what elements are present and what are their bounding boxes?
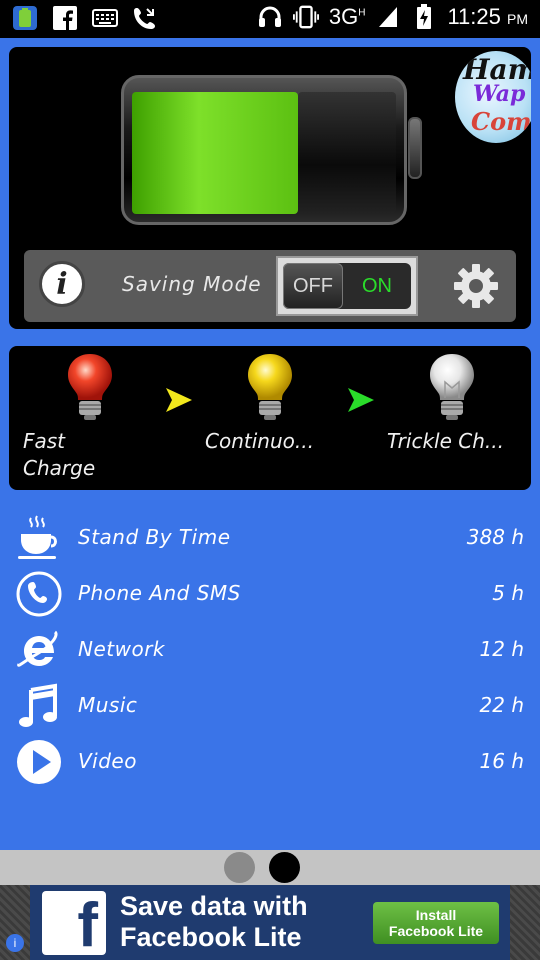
battery-empty-section: [298, 92, 396, 214]
trickle-charge-bulb-icon: [427, 352, 477, 422]
battery-graphic: [121, 75, 407, 225]
usage-label: Stand By Time: [78, 525, 231, 549]
network-type: 3GH: [328, 4, 366, 29]
facebook-icon: [52, 5, 78, 31]
page-indicator: [0, 850, 540, 885]
play-icon: [14, 737, 64, 787]
list-item-network[interactable]: Network 12 h: [0, 623, 540, 679]
charge-stages-panel: Fast Charge Continuo... Trickle Ch...: [9, 346, 531, 490]
fast-charge-bulb-icon: [65, 352, 115, 422]
arrow-right-icon: [164, 386, 194, 414]
stage-label-trickle-charge: Trickle Ch...: [387, 429, 504, 453]
stage-label-continuous: Continuo...: [205, 429, 314, 453]
usage-label: Video: [78, 749, 137, 773]
list-item-standby[interactable]: Stand By Time 388 h: [0, 511, 540, 567]
status-bar: 3GH 11:25 PM: [0, 0, 540, 38]
usage-label: Network: [78, 637, 166, 661]
ad-banner[interactable]: f Save data with Facebook Lite Install F…: [0, 885, 540, 960]
hamwap-logo[interactable]: Ham Wap Com: [455, 51, 531, 143]
page-dot-1[interactable]: [224, 852, 255, 883]
app-icon: [12, 5, 38, 31]
headset-icon: [257, 4, 283, 30]
phone-icon: [14, 569, 64, 619]
toggle-on-label: ON: [362, 274, 392, 297]
saving-mode-toggle[interactable]: OFF ON: [276, 256, 418, 316]
usage-value: 12 h: [479, 637, 524, 661]
ad-content[interactable]: f Save data with Facebook Lite Install F…: [30, 885, 510, 960]
install-button[interactable]: Install Facebook Lite: [373, 902, 499, 944]
clock: 11:25 PM: [447, 4, 528, 29]
keyboard-icon: [92, 5, 118, 31]
usage-label: Music: [78, 693, 138, 717]
facebook-logo-icon: f: [42, 891, 106, 955]
toggle-off-label: OFF: [283, 263, 343, 309]
list-item-video[interactable]: Video 16 h: [0, 735, 540, 791]
arrow-right-icon: [346, 386, 376, 414]
usage-label: Phone And SMS: [78, 581, 241, 605]
vibrate-icon: [292, 4, 319, 30]
continuous-bulb-icon: [245, 352, 295, 422]
stage-label-fast-charge: Fast Charge: [23, 429, 96, 480]
list-item-phone[interactable]: Phone And SMS 5 h: [0, 567, 540, 623]
page-dot-2-active[interactable]: [269, 852, 300, 883]
list-item-music[interactable]: Music 22 h: [0, 679, 540, 735]
usage-value: 388 h: [466, 525, 524, 549]
ad-title: Save data with Facebook Lite: [120, 891, 308, 952]
battery-charging-icon: [411, 4, 437, 30]
saving-mode-bar: i Saving Mode OFF ON: [24, 250, 516, 322]
usage-value: 5 h: [492, 581, 524, 605]
missed-call-icon: [132, 5, 158, 31]
coffee-cup-icon: [14, 513, 64, 563]
music-note-icon: [14, 681, 64, 731]
battery-panel: Ham Wap Com i Saving Mode OFF ON: [9, 47, 531, 329]
info-icon[interactable]: i: [39, 261, 85, 307]
gear-icon[interactable]: [452, 262, 500, 310]
usage-value: 16 h: [479, 749, 524, 773]
internet-explorer-icon: [14, 625, 64, 675]
ad-info-icon[interactable]: i: [6, 934, 24, 952]
saving-mode-label: Saving Mode: [122, 272, 262, 296]
battery-terminal: [408, 117, 422, 179]
battery-level-fill: [132, 92, 298, 214]
usage-value: 22 h: [479, 693, 524, 717]
signal-icon: [375, 4, 401, 30]
